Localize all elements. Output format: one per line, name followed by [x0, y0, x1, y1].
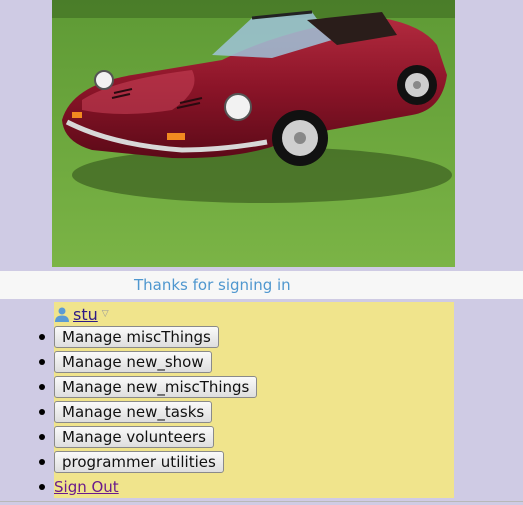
list-item: programmer utilities — [39, 449, 257, 474]
manage-new-tasks-button[interactable]: Manage new_tasks — [54, 400, 213, 423]
list-item: Manage volunteers — [39, 424, 257, 449]
divider — [0, 501, 523, 502]
user-dropdown[interactable]: stu ▽ — [54, 304, 109, 324]
page: Thanks for signing in stu ▽ Manage miscT… — [0, 0, 523, 505]
bullet-icon — [39, 433, 45, 440]
manage-volunteers-button[interactable]: Manage volunteers — [54, 425, 214, 448]
caret-down-icon[interactable]: ▽ — [102, 309, 109, 319]
manage-miscthings-button[interactable]: Manage miscThings — [54, 325, 219, 348]
bullet-icon — [39, 333, 45, 340]
user-icon — [54, 306, 70, 322]
bullet-icon — [39, 484, 45, 490]
bullet-icon — [39, 383, 45, 390]
admin-menu-list: Manage miscThings Manage new_show Manage… — [39, 324, 258, 500]
list-item: Manage miscThings — [39, 324, 257, 349]
list-item: Manage new_miscThings — [39, 374, 258, 399]
notice-bar: Thanks for signing in — [0, 271, 523, 299]
car-image-icon — [52, 0, 455, 267]
bullet-icon — [39, 408, 45, 415]
list-item: Manage new_tasks — [39, 399, 257, 424]
user-menu-panel: stu ▽ Manage miscThings Manage new_show … — [39, 302, 454, 500]
bullet-icon — [39, 358, 45, 365]
programmer-utilities-button[interactable]: programmer utilities — [54, 450, 224, 473]
bullet-icon — [39, 458, 45, 465]
list-item: Sign Out — [39, 474, 257, 500]
list-item: Manage new_show — [39, 349, 257, 374]
sign-out-link[interactable]: Sign Out — [54, 478, 119, 496]
manage-new-miscthings-button[interactable]: Manage new_miscThings — [54, 375, 258, 398]
car-photo — [52, 0, 455, 267]
signin-notice: Thanks for signing in — [134, 276, 291, 294]
username-link[interactable]: stu — [73, 305, 98, 324]
manage-new-show-button[interactable]: Manage new_show — [54, 350, 212, 373]
